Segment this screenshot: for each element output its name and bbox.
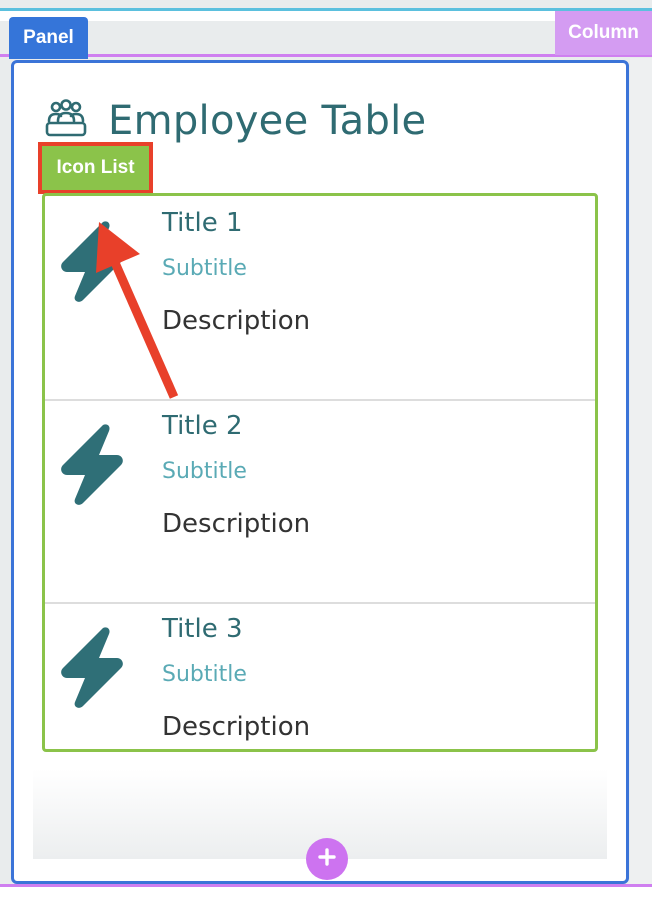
add-block-button[interactable] [306,838,348,880]
item-title: Title 2 [162,411,243,441]
plus-icon [317,847,337,871]
lightning-bolt-icon [59,218,125,308]
item-description: Description [162,509,311,539]
item-subtitle: Subtitle [162,256,247,281]
list-item[interactable]: Title 2 Subtitle Description [45,399,595,604]
item-subtitle: Subtitle [162,459,247,484]
panel-title: Employee Table [108,98,427,144]
item-description: Description [162,306,311,336]
panel[interactable]: Employee Table Icon List Title 1 Subtitl… [11,60,629,884]
list-item[interactable]: Title 3 Subtitle Description [45,602,595,749]
icon-list-tag[interactable]: Icon List [38,142,153,194]
item-title: Title 1 [162,208,243,238]
icon-list[interactable]: Title 1 Subtitle Description Title 2 Sub… [42,193,598,752]
list-item[interactable]: Title 1 Subtitle Description [45,196,595,401]
item-title: Title 3 [162,614,243,644]
panel-header: Employee Table [44,93,426,149]
lightning-bolt-icon [59,624,125,714]
lightning-bolt-icon [59,421,125,511]
column-bottom-strip [0,887,652,900]
panel-tag[interactable]: Panel [9,17,88,59]
item-description: Description [162,712,311,742]
column-tag[interactable]: Column [555,11,652,55]
people-group-icon [44,99,88,143]
column-right-gutter [630,58,652,884]
item-subtitle: Subtitle [162,662,247,687]
